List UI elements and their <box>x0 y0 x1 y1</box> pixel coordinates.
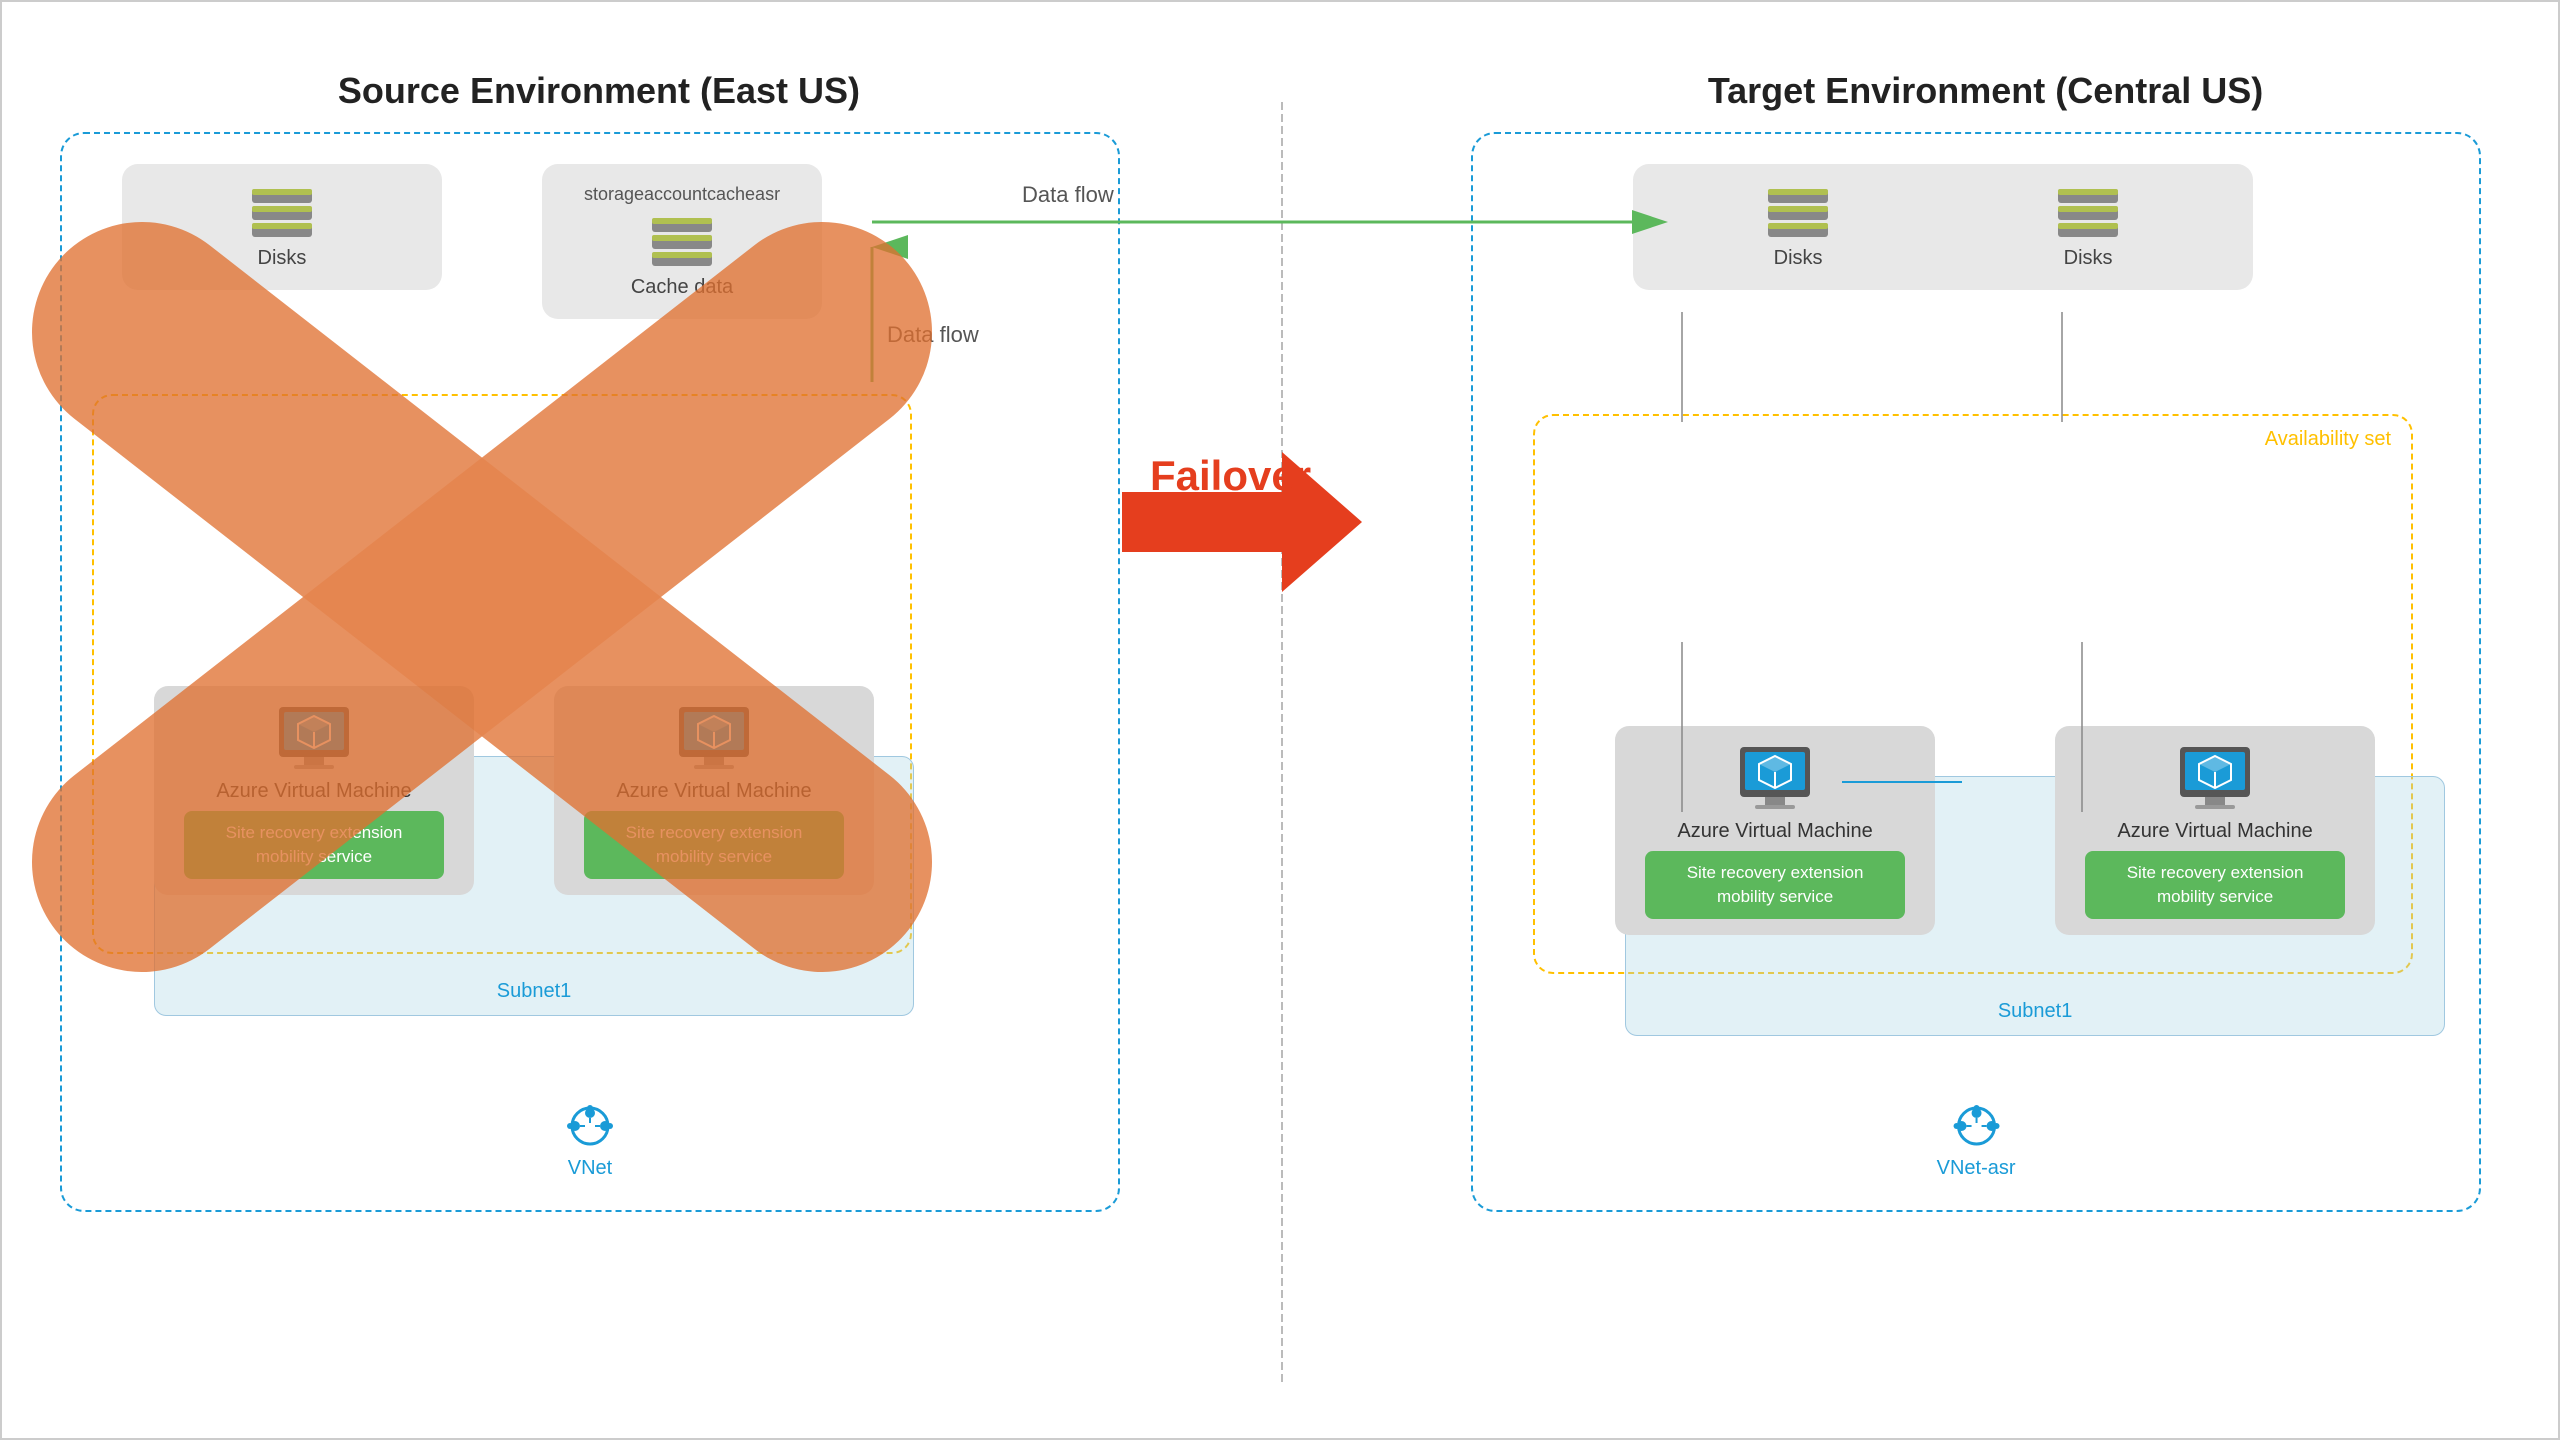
source-vm1-icon <box>274 702 354 772</box>
target-vm1-site-recovery-text: Site recovery extension mobility service <box>1687 863 1864 906</box>
availability-set-label: Availability set <box>2265 428 2391 451</box>
source-vnet-icon <box>555 1101 625 1151</box>
target-vnet-label: VNet-asr <box>1937 1157 2016 1180</box>
target-vm1-site-recovery-badge: Site recovery extension mobility service <box>1645 851 1905 919</box>
target-subnet-label: Subnet1 <box>1998 1000 2073 1023</box>
source-vm2-icon <box>674 702 754 772</box>
source-cache-storage-box: storageaccountcacheasr Cache data <box>542 164 822 319</box>
source-disks-box: Disks <box>122 164 442 290</box>
target-vm2-box: Azure Virtual Machine Site recovery exte… <box>2055 726 2375 935</box>
target-disk2-item: Disks <box>2053 184 2123 270</box>
middle-section <box>1138 70 1471 1270</box>
source-vm2-label: Azure Virtual Machine <box>616 780 811 803</box>
storage-account-name: storageaccountcacheasr <box>584 184 780 205</box>
target-outer-box: Disks Disks <box>1471 132 2481 1212</box>
target-vnet-icon-container: VNet-asr <box>1937 1101 2016 1180</box>
target-disk2-icon <box>2053 184 2123 239</box>
target-vm2-icon <box>2175 742 2255 812</box>
cache-disk-icon <box>647 213 717 268</box>
source-vm2-site-recovery-badge: Site recovery extension mobility service <box>584 811 844 879</box>
target-vm1-label: Azure Virtual Machine <box>1677 820 1872 843</box>
target-disk1-item: Disks <box>1763 184 1833 270</box>
cache-data-label: Cache data <box>631 276 733 299</box>
source-outer-box: Disks storageaccountcacheasr Cache data <box>60 132 1120 1212</box>
target-vm1-icon <box>1735 742 1815 812</box>
target-vm2-site-recovery-text: Site recovery extension mobility service <box>2127 863 2304 906</box>
target-disk1-icon <box>1763 184 1833 239</box>
target-vnet-icon <box>1941 1101 2011 1151</box>
source-vm1-site-recovery-badge: Site recovery extension mobility service <box>184 811 444 879</box>
target-disk1-label: Disks <box>1774 247 1823 270</box>
diagram-wrapper: Source Environment (East US) Disks <box>60 70 2500 1370</box>
source-vnet-label: VNet <box>568 1157 612 1180</box>
target-vm2-label: Azure Virtual Machine <box>2117 820 2312 843</box>
source-title: Source Environment (East US) <box>60 70 1138 112</box>
source-vm-group-box: Subnet1 <box>92 394 912 954</box>
source-disk-icon <box>247 184 317 239</box>
main-container: Data flow Data flow Failover Source Envi… <box>0 0 2560 1440</box>
source-vm1-box: Azure Virtual Machine Site recovery exte… <box>154 686 474 895</box>
target-disks-box: Disks Disks <box>1633 164 2253 290</box>
target-title: Target Environment (Central US) <box>1471 70 2500 112</box>
target-environment: Target Environment (Central US) Di <box>1471 70 2500 1270</box>
source-subnet-label: Subnet1 <box>497 980 572 1003</box>
availability-set-box: Availability set Subnet1 <box>1533 414 2413 974</box>
source-vnet-icon-container: VNet <box>555 1101 625 1180</box>
source-vm2-site-recovery-text: Site recovery extension mobility service <box>626 823 803 866</box>
target-vm2-site-recovery-badge: Site recovery extension mobility service <box>2085 851 2345 919</box>
target-vm1-box: Azure Virtual Machine Site recovery exte… <box>1615 726 1935 935</box>
source-disks-label: Disks <box>258 247 307 270</box>
source-vm1-site-recovery-text: Site recovery extension mobility service <box>226 823 403 866</box>
source-environment: Source Environment (East US) Disks <box>60 70 1138 1270</box>
target-disk2-label: Disks <box>2064 247 2113 270</box>
source-vm2-box: Azure Virtual Machine Site recovery exte… <box>554 686 874 895</box>
source-vm1-label: Azure Virtual Machine <box>216 780 411 803</box>
